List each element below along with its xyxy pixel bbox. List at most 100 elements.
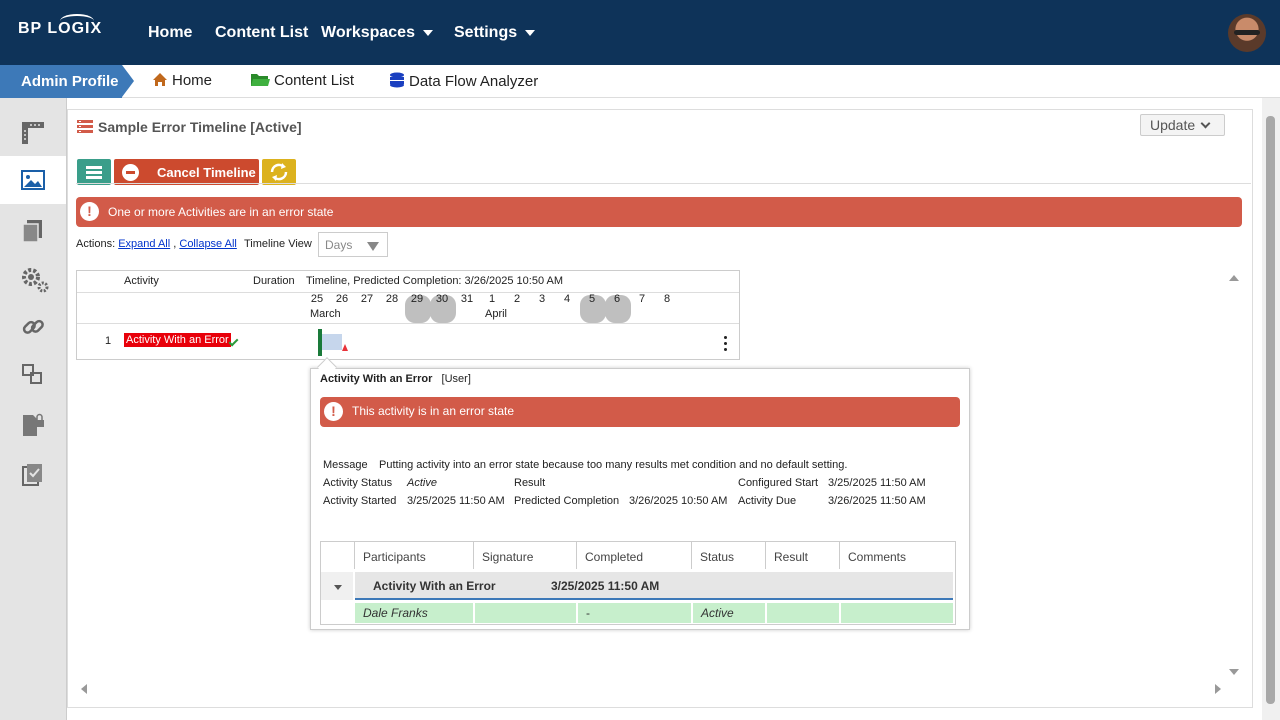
home-icon [152, 72, 168, 91]
signature-cell [475, 603, 576, 623]
sidebar-item-documents[interactable] [0, 206, 66, 254]
cancel-timeline-label: Cancel Timeline [157, 165, 256, 180]
sidebar-item-links[interactable] [0, 302, 66, 350]
locked-document-icon [23, 413, 44, 436]
month-label: March [310, 308, 341, 320]
activity-error-label[interactable]: Activity With an Error [124, 333, 231, 347]
expand-all-link[interactable]: Expand All [118, 238, 170, 250]
nav-workspaces[interactable]: Workspaces [321, 24, 433, 42]
left-sidebar [0, 98, 67, 720]
breadcrumb-home[interactable]: Home [152, 72, 212, 91]
col-participants[interactable]: Participants [355, 542, 474, 569]
image-icon [21, 170, 45, 190]
month-label: April [485, 308, 508, 320]
actions-bar: Actions: Expand All , Collapse All [76, 238, 237, 250]
day-label: 31 [460, 293, 474, 305]
sidebar-item-data-flow[interactable] [0, 350, 66, 398]
col-comments[interactable]: Comments [840, 542, 955, 569]
user-avatar[interactable] [1228, 14, 1266, 52]
scroll-up-arrow[interactable] [1229, 275, 1239, 281]
sidebar-item-secure-docs[interactable] [0, 400, 66, 448]
day-label: 5 [588, 293, 596, 305]
col-status[interactable]: Status [692, 542, 766, 569]
activity-due-value: 3/26/2025 11:50 AM [828, 495, 926, 507]
col-signature[interactable]: Signature [474, 542, 577, 569]
scroll-left-arrow[interactable] [81, 684, 87, 694]
gear-icon [22, 268, 49, 293]
sidebar-item-images[interactable] [0, 156, 66, 204]
ruler-icon [22, 122, 44, 144]
nav-workspaces-label: Workspaces [321, 24, 415, 41]
popup-role: [User] [441, 373, 471, 385]
error-icon: ! [80, 202, 99, 221]
message-label: Message [323, 459, 368, 471]
status-cell: Active [693, 603, 765, 623]
day-label: 6 [613, 293, 621, 305]
group-date: 3/25/2025 11:50 AM [551, 579, 660, 593]
comments-cell [841, 603, 953, 623]
col-activity: Activity [124, 275, 159, 287]
day-label: 25 [310, 293, 324, 305]
bp-logix-logo[interactable]: BP LOGIX [18, 14, 102, 38]
activity-details-popup: Activity With an Error [User] ! This acti… [310, 368, 970, 630]
nav-content-list[interactable]: Content List [215, 24, 308, 42]
error-banner: ! One or more Activities are in an error … [76, 197, 1242, 227]
scrollbar-thumb[interactable] [1266, 116, 1275, 704]
row-number: 1 [105, 335, 112, 347]
breadcrumb-content-list[interactable]: Content List [250, 72, 354, 91]
breadcrumb: Admin Profile Home Content List Data Flo… [0, 65, 1280, 98]
update-button[interactable]: Update [1140, 114, 1225, 136]
refresh-icon [270, 163, 288, 181]
started-value: 3/25/2025 11:50 AM [407, 495, 505, 507]
day-label: 30 [435, 293, 449, 305]
nav-settings[interactable]: Settings [454, 24, 536, 42]
chevron-down-icon [422, 29, 433, 36]
group-collapse-toggle[interactable] [321, 572, 353, 600]
error-banner-text: One or more Activities are in an error s… [108, 205, 334, 219]
sidebar-item-settings[interactable] [0, 254, 66, 302]
checklist-icon [22, 464, 42, 486]
col-result[interactable]: Result [766, 542, 840, 569]
cancel-timeline-button[interactable]: Cancel Timeline [114, 159, 259, 185]
day-label: 2 [513, 293, 521, 305]
timeline-view-label: Timeline View [244, 238, 312, 250]
popup-activity-name: Activity With an Error [320, 373, 433, 385]
collapse-all-link[interactable]: Collapse All [179, 238, 236, 250]
timeline-list-icon [77, 120, 93, 136]
col-completed[interactable]: Completed [577, 542, 692, 569]
sidebar-item-design[interactable] [0, 108, 66, 156]
activity-bar[interactable] [322, 334, 342, 350]
timeline-view-value: Days [325, 238, 353, 252]
day-label: 3 [538, 293, 546, 305]
scroll-down-arrow[interactable] [1229, 669, 1239, 675]
result-label: Result [514, 477, 546, 489]
timeline-view-select[interactable]: Days [318, 232, 388, 257]
breadcrumb-admin-profile[interactable]: Admin Profile [0, 65, 134, 98]
popup-title: Activity With an Error [User] [320, 373, 471, 385]
scroll-right-arrow[interactable] [1215, 684, 1221, 694]
day-label: 28 [385, 293, 399, 305]
refresh-button[interactable] [262, 159, 296, 185]
actions-label: Actions: [76, 238, 116, 250]
nav-home[interactable]: Home [148, 24, 192, 42]
page-scrollbar[interactable] [1262, 98, 1280, 720]
timeline-table: Activity Duration Timeline, Predicted Co… [76, 270, 740, 360]
day-label: 29 [410, 293, 424, 305]
nav-settings-label: Settings [454, 24, 518, 41]
actions-separator: , [173, 238, 177, 250]
participants-table: Participants Signature Completed Status … [320, 541, 956, 625]
flow-icon [22, 364, 42, 384]
message-value: Putting activity into an error state bec… [379, 459, 848, 471]
status-label: Activity Status [323, 477, 393, 489]
sidebar-item-tasks[interactable] [0, 450, 66, 498]
day-label: 4 [563, 293, 571, 305]
configured-start-label: Configured Start [738, 477, 819, 489]
row-menu-icon[interactable] [724, 336, 727, 351]
breadcrumb-content-list-label: Content List [274, 72, 355, 89]
timeline-list-button[interactable] [77, 159, 111, 185]
started-label: Activity Started [323, 495, 397, 507]
update-button-label: Update [1150, 117, 1196, 133]
group-activity-name: Activity With an Error [373, 579, 496, 593]
breadcrumb-data-flow-analyzer[interactable]: Data Flow Analyzer [389, 72, 538, 92]
col-expander [321, 542, 355, 569]
